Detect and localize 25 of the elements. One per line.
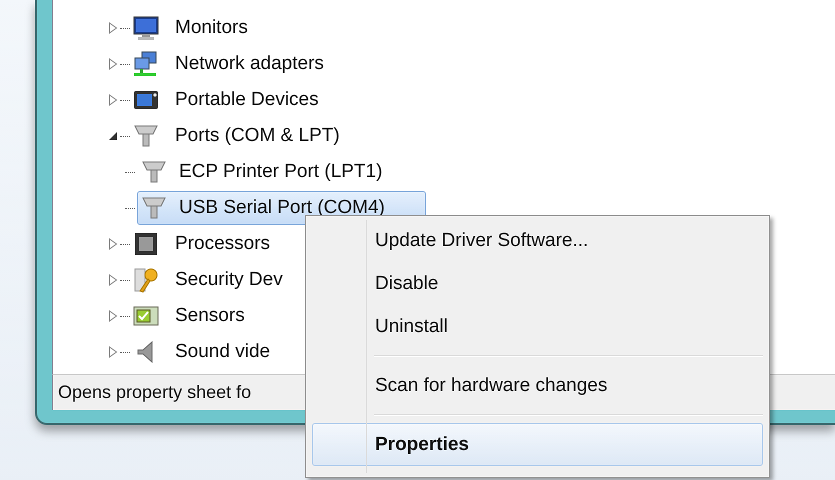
tree-item[interactable]: Processors (171, 230, 274, 258)
status-text: Opens property sheet fo (58, 382, 252, 403)
menu-item[interactable]: Uninstall (312, 305, 763, 348)
tree-item[interactable]: Network adapters (171, 50, 328, 78)
expand-triangle-icon[interactable] (108, 310, 118, 322)
expand-triangle-icon[interactable] (108, 58, 118, 70)
monitor-icon (132, 14, 160, 42)
expand-triangle-icon[interactable] (108, 274, 118, 286)
tree-item[interactable]: Portable Devices (171, 86, 323, 114)
chip-icon (132, 230, 160, 258)
menu-item[interactable]: Properties (312, 423, 763, 466)
tree-item[interactable]: Ports (COM & LPT) (171, 122, 344, 150)
expand-triangle-icon[interactable] (108, 22, 118, 34)
tree-item[interactable]: Monitors (171, 14, 252, 42)
tree-item[interactable]: ECP Printer Port (LPT1) (137, 155, 424, 189)
expand-triangle-icon[interactable] (108, 346, 118, 358)
tree-item[interactable]: Security Dev (171, 266, 287, 294)
tree-item[interactable]: Sound vide (171, 338, 274, 366)
key-icon (132, 266, 160, 294)
tree-item[interactable]: Sensors (171, 302, 249, 330)
expand-triangle-icon[interactable] (108, 94, 118, 106)
expand-triangle-icon[interactable] (108, 238, 118, 250)
menu-item[interactable]: Disable (312, 262, 763, 305)
menu-item[interactable]: Scan for hardware changes (312, 364, 763, 407)
collapse-triangle-icon[interactable] (108, 131, 118, 141)
